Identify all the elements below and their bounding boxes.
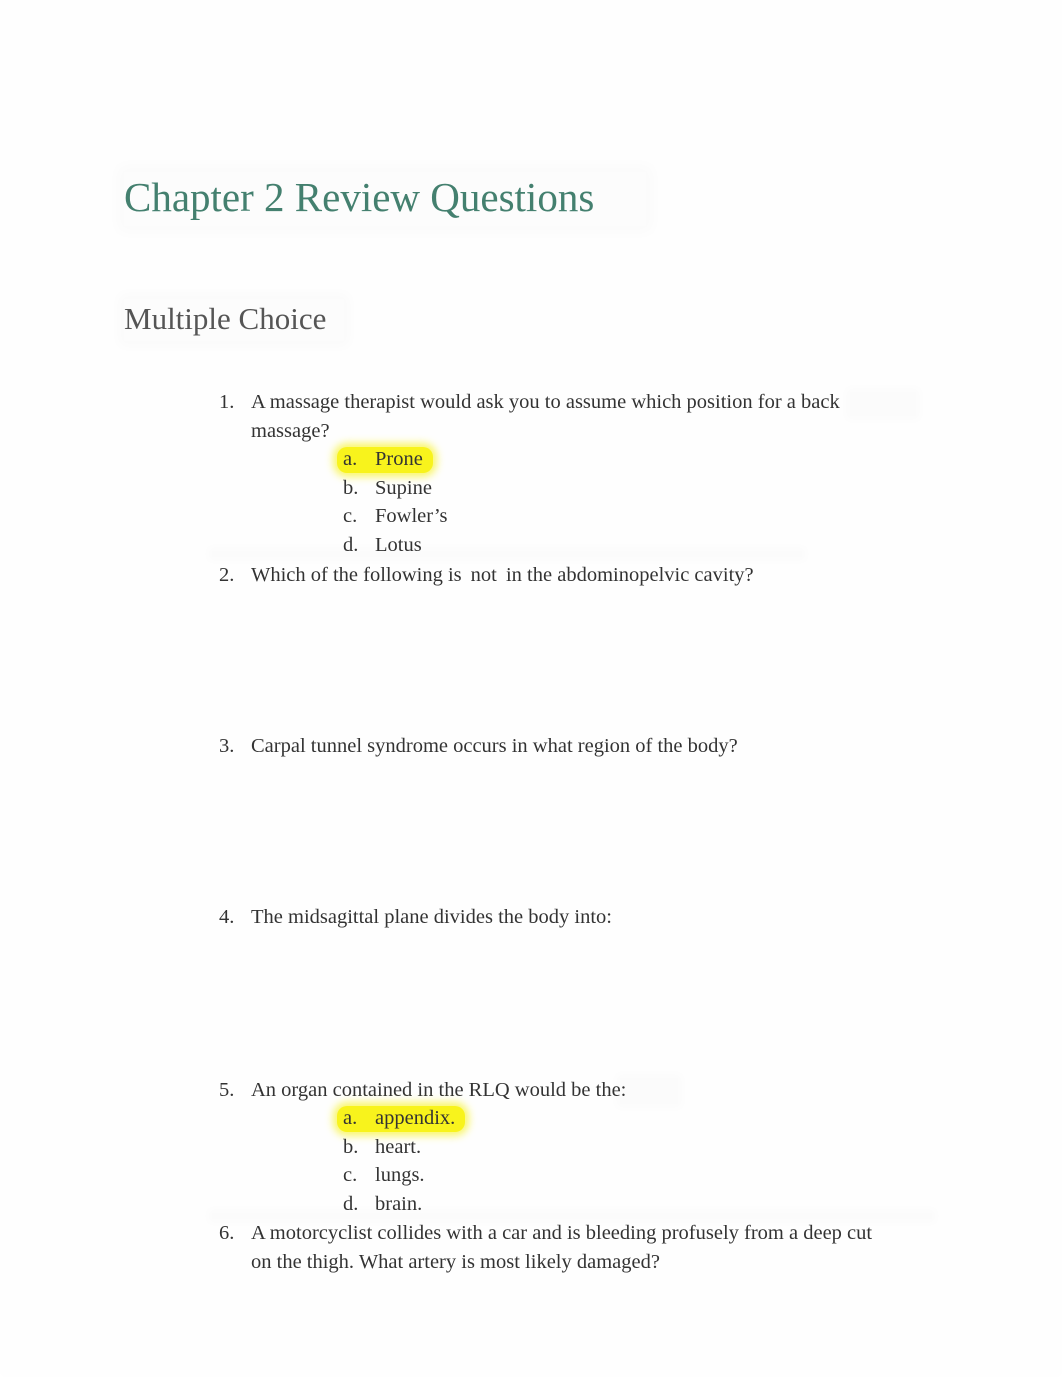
question-text-line: A motorcyclist collides with a car and i…: [251, 1222, 873, 1244]
question-text: The midsagittal plane divides the body i…: [251, 906, 612, 928]
question-text-line: on the thigh. What artery is most likely…: [251, 1251, 660, 1273]
option-c: c. Fowler’s: [343, 502, 448, 531]
question-2: 2. Which of the following is not in the a…: [219, 561, 919, 590]
question-6: 6. A motorcyclist collides with a car an…: [219, 1219, 919, 1277]
option-text: Prone: [375, 448, 423, 470]
question-number: 2.: [219, 564, 235, 586]
question-1: 1. A massage therapist would ask you to …: [219, 388, 879, 446]
option-letter: a.: [343, 448, 358, 470]
option-a: a. appendix.: [337, 1104, 465, 1133]
section-heading: Multiple Choice: [124, 299, 344, 341]
option-letter: d.: [343, 1192, 359, 1215]
option-letter: a.: [343, 1107, 358, 1129]
option-text: heart.: [375, 1135, 422, 1158]
option-b: b. Supine: [343, 474, 448, 503]
obscured-band: [212, 551, 802, 557]
option-a: a. Prone: [337, 445, 448, 474]
page-title: Chapter 2 Review Questions: [124, 172, 646, 226]
option-text: lungs.: [375, 1164, 425, 1186]
question-emphasis: not: [470, 564, 497, 586]
question-text: An organ contained in the RLQ would be t…: [251, 1079, 627, 1101]
question-text: Which of the following is: [251, 564, 462, 586]
question-number: 4.: [219, 906, 235, 928]
question-number: 1.: [219, 391, 235, 413]
question-number: 3.: [219, 735, 235, 757]
option-text: brain.: [375, 1192, 423, 1215]
question-number: 5.: [219, 1079, 235, 1101]
option-letter: d.: [343, 533, 359, 556]
question-text: Carpal tunnel syndrome occurs in what re…: [251, 735, 738, 757]
option-letter: c.: [343, 1164, 358, 1186]
option-c: c. lungs.: [343, 1161, 455, 1190]
option-letter: c.: [343, 505, 358, 527]
question-5-options: a. appendix. b. heart. c. lungs. d. brain.: [337, 1104, 465, 1219]
option-text: Fowler’s: [375, 505, 448, 527]
question-1-options: a. Prone b. Supine c. Fowler’s d. Lotus: [337, 445, 448, 560]
question-text: in the abdominopelvic cavity?: [505, 564, 754, 586]
question-4: 4. The midsagittal plane divides the bod…: [219, 903, 919, 932]
option-letter: b.: [343, 476, 359, 499]
option-d: d. Lotus: [343, 531, 448, 560]
question-5: 5. An organ contained in the RLQ would b…: [219, 1076, 919, 1105]
question-text-line: massage?: [251, 420, 330, 442]
option-d: d. brain.: [343, 1190, 455, 1219]
question-3: 3. Carpal tunnel syndrome occurs in what…: [219, 732, 919, 761]
option-text: Lotus: [375, 533, 422, 556]
option-letter: b.: [343, 1135, 359, 1158]
question-number: 6.: [219, 1222, 235, 1244]
document-page: Chapter 2 Review Questions Multiple Choi…: [0, 0, 1062, 1377]
option-text: appendix.: [375, 1107, 456, 1129]
question-text-line: A massage therapist would ask you to ass…: [251, 391, 840, 413]
option-text: Supine: [375, 476, 432, 499]
option-b: b. heart.: [343, 1133, 455, 1162]
